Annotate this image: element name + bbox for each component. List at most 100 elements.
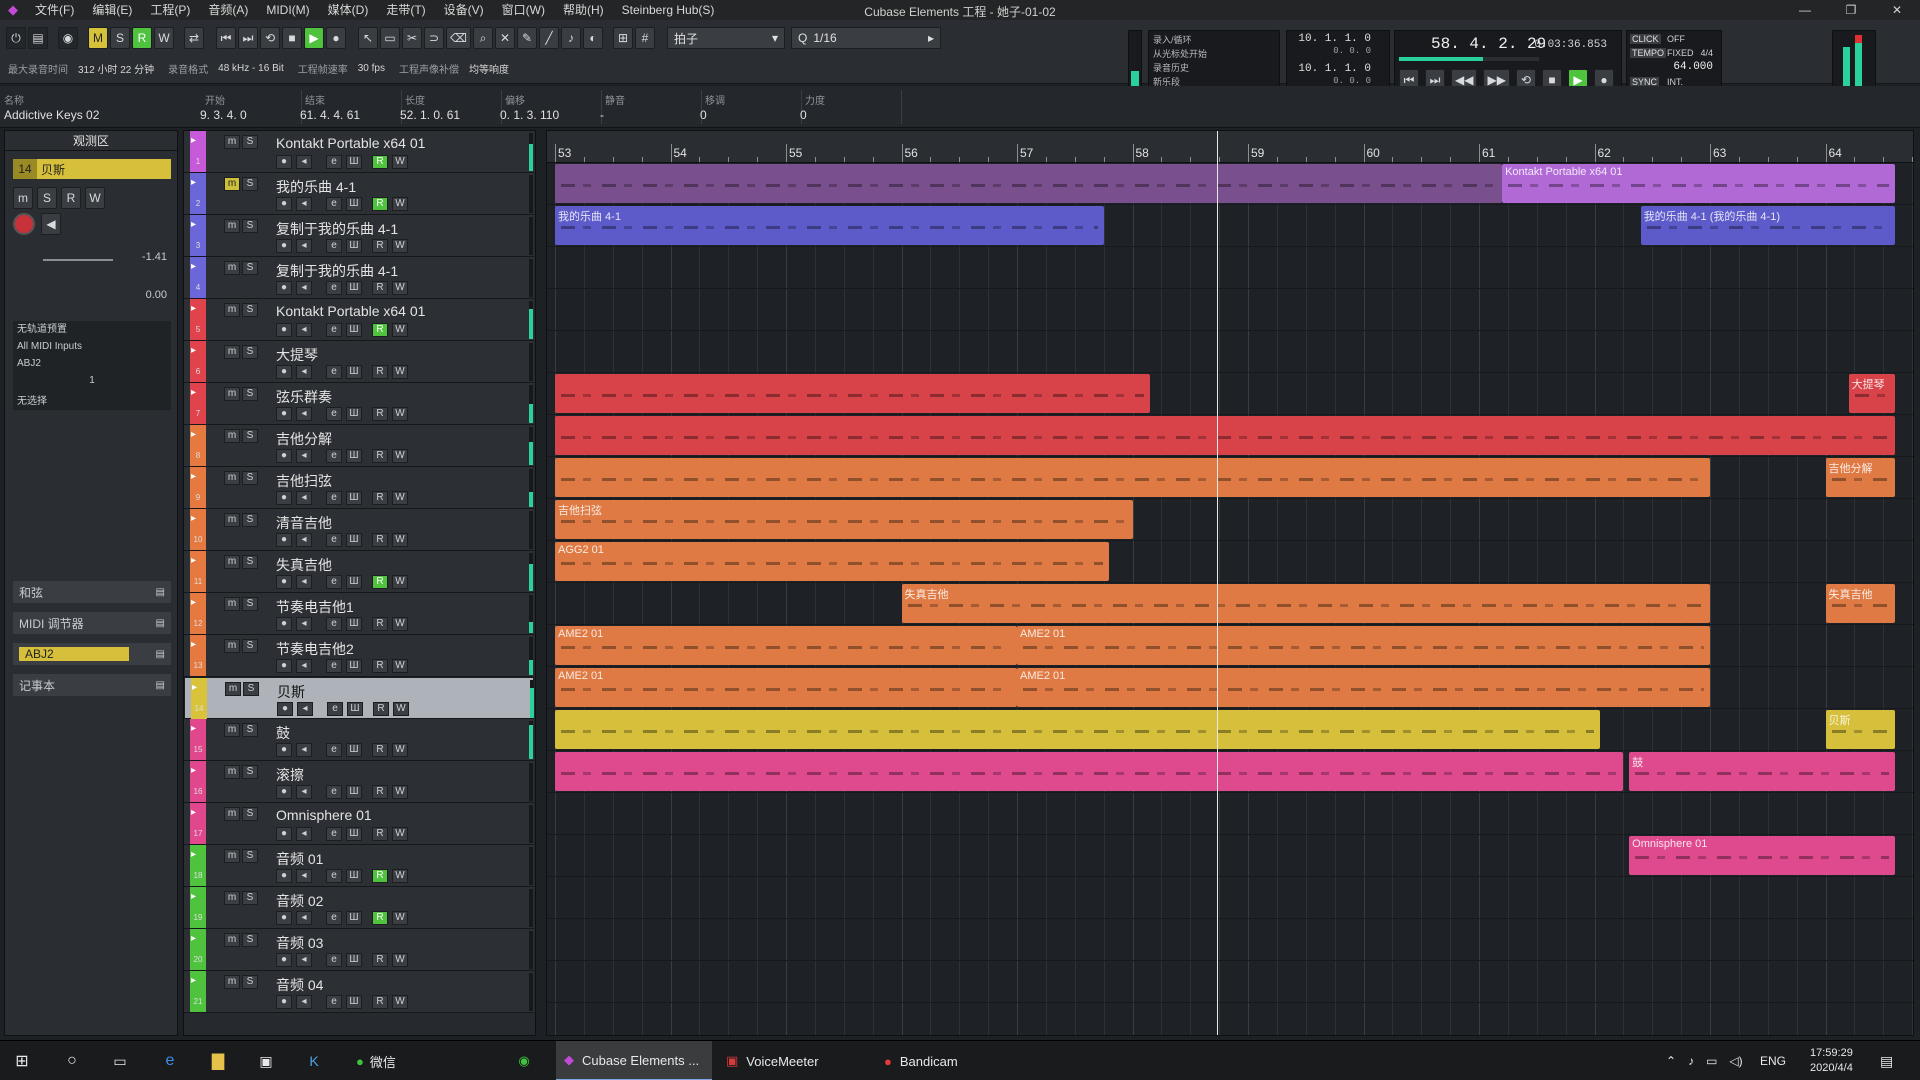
go-to-start-icon[interactable]: ⏮ bbox=[216, 27, 236, 49]
taskbar-cubase[interactable]: ◆ Cubase Elements ... bbox=[556, 1041, 712, 1080]
info-value-4[interactable]: 0. 1. 3. 110 bbox=[500, 108, 559, 122]
track-write-button[interactable]: W bbox=[392, 197, 408, 211]
track-instrument-button[interactable]: Ш bbox=[346, 953, 362, 967]
pan-control[interactable]: 0.00 bbox=[13, 279, 171, 303]
track-lane[interactable] bbox=[547, 289, 1913, 331]
minimize-button[interactable]: — bbox=[1782, 0, 1828, 20]
track-preset[interactable]: 无轨道预置 bbox=[17, 321, 167, 338]
left-locator[interactable]: 10. 1. 1. 0 bbox=[1298, 33, 1371, 45]
track-mute-button[interactable]: m bbox=[224, 135, 240, 149]
track-instrument-button[interactable]: Ш bbox=[346, 281, 362, 295]
track-write-button[interactable]: W bbox=[393, 702, 409, 716]
track-name[interactable]: 节奏电吉他1 bbox=[276, 597, 354, 617]
track-record-button[interactable]: ● bbox=[277, 702, 293, 716]
track-monitor-button[interactable]: ◂ bbox=[296, 659, 312, 673]
track-solo-button[interactable]: S bbox=[242, 891, 258, 905]
info-value-6[interactable]: 0 bbox=[700, 108, 707, 122]
track-name[interactable]: 弦乐群奏 bbox=[276, 387, 332, 407]
track-monitor-button[interactable]: ◂ bbox=[296, 953, 312, 967]
track-instrument-button[interactable]: Ш bbox=[346, 449, 362, 463]
track-name[interactable]: Kontakt Portable x64 01 bbox=[276, 135, 425, 151]
track-lane[interactable] bbox=[547, 877, 1913, 919]
status-value-1[interactable]: 48 kHz - 16 Bit bbox=[218, 63, 284, 74]
menu-item-9[interactable]: 帮助(H) bbox=[554, 0, 613, 20]
track-instrument-button[interactable]: Ш bbox=[346, 911, 362, 925]
menu-item-10[interactable]: Steinberg Hub(S) bbox=[613, 0, 724, 20]
track-mute-button[interactable]: m bbox=[224, 975, 240, 989]
track-edit-button[interactable]: e bbox=[326, 659, 342, 673]
track-write-button[interactable]: W bbox=[392, 743, 408, 757]
edge-icon[interactable]: e bbox=[158, 1041, 182, 1080]
track-instrument-button[interactable]: Ш bbox=[346, 323, 362, 337]
track-instrument-button[interactable]: Ш bbox=[346, 743, 362, 757]
track-write-button[interactable]: W bbox=[392, 239, 408, 253]
file-explorer-icon[interactable]: ▇ bbox=[206, 1041, 230, 1080]
record-enable-button[interactable] bbox=[13, 213, 35, 235]
track-edit-button[interactable]: e bbox=[326, 491, 342, 505]
menu-item-5[interactable]: 媒体(D) bbox=[319, 0, 378, 20]
track-name[interactable]: 吉他分解 bbox=[276, 429, 332, 449]
track-mute-button[interactable]: m bbox=[224, 429, 240, 443]
event-part[interactable]: AME2 01 bbox=[1017, 626, 1710, 665]
maximize-button[interactable]: ❐ bbox=[1828, 0, 1874, 20]
taskbar-bandicam[interactable]: ● Bandicam bbox=[876, 1041, 1026, 1080]
track-instrument-button[interactable]: Ш bbox=[346, 995, 362, 1009]
track-edit-button[interactable]: e bbox=[326, 869, 342, 883]
track-read-button[interactable]: R bbox=[372, 785, 388, 799]
event-part[interactable]: Kontakt Portable x64 01 bbox=[1502, 164, 1895, 203]
menu-item-4[interactable]: MIDI(M) bbox=[257, 0, 318, 20]
range-tool-icon[interactable]: ▭ bbox=[380, 27, 400, 49]
stop-icon[interactable]: ■ bbox=[282, 27, 302, 49]
inspector-section-0[interactable]: 和弦 ▤ bbox=[13, 581, 171, 603]
event-part[interactable]: AME2 01 bbox=[555, 626, 1017, 665]
midi-channel[interactable]: 1 bbox=[17, 372, 167, 389]
status-value-3[interactable]: 均等响度 bbox=[469, 61, 509, 76]
track-monitor-button[interactable]: ◂ bbox=[296, 407, 312, 421]
track-row[interactable]: 17 ▸ m S Omnisphere 01 ● ◂ e Ш R W bbox=[184, 803, 534, 845]
track-write-button[interactable]: W bbox=[392, 575, 408, 589]
track-instrument-button[interactable]: Ш bbox=[346, 239, 362, 253]
track-edit-button[interactable]: e bbox=[326, 407, 342, 421]
event-part[interactable]: 我的乐曲 4-1 (我的乐曲 4-1) bbox=[1640, 206, 1895, 245]
constrain-delay-button[interactable]: ◉ bbox=[58, 27, 78, 49]
track-row[interactable]: 13 ▸ m S 节奏电吉他2 ● ◂ e Ш R W bbox=[184, 635, 534, 677]
language-indicator[interactable]: ENG bbox=[1760, 1041, 1786, 1080]
info-value-2[interactable]: 61. 4. 4. 61 bbox=[300, 108, 360, 122]
transport-option-1[interactable]: 从光标处开始 bbox=[1153, 47, 1275, 61]
event-part[interactable]: 我的乐曲 4-1 bbox=[555, 206, 1104, 245]
track-monitor-button[interactable]: ◂ bbox=[296, 533, 312, 547]
track-solo-button[interactable]: S bbox=[242, 597, 258, 611]
tray-icons[interactable]: ⌃ ♪ ▭ ◁) bbox=[1666, 1041, 1743, 1080]
event-part[interactable]: AME2 01 bbox=[1017, 668, 1710, 707]
event-part[interactable] bbox=[555, 164, 1503, 203]
track-solo-button[interactable]: S bbox=[242, 765, 258, 779]
track-edit-button[interactable]: e bbox=[326, 365, 342, 379]
track-row[interactable]: 6 ▸ m S 大提琴 ● ◂ e Ш R W bbox=[184, 341, 534, 383]
track-read-button[interactable]: R bbox=[372, 617, 388, 631]
track-record-button[interactable]: ● bbox=[276, 281, 292, 295]
track-instrument-button[interactable]: Ш bbox=[346, 533, 362, 547]
track-record-button[interactable]: ● bbox=[276, 239, 292, 253]
track-mute-button[interactable]: m bbox=[224, 933, 240, 947]
kugou-icon[interactable]: K bbox=[302, 1041, 326, 1080]
track-edit-button[interactable]: e bbox=[326, 575, 342, 589]
menu-item-0[interactable]: 文件(F) bbox=[26, 0, 83, 20]
track-solo-button[interactable]: S bbox=[242, 807, 258, 821]
event-part[interactable] bbox=[555, 416, 1895, 455]
track-mute-button[interactable]: m bbox=[224, 219, 240, 233]
grid-icon[interactable]: # bbox=[634, 27, 655, 49]
info-value-0[interactable]: Addictive Keys 02 bbox=[4, 108, 99, 122]
auto-scroll-icon[interactable]: ⇄ bbox=[184, 27, 204, 49]
track-row[interactable]: 12 ▸ m S 节奏电吉他1 ● ◂ e Ш R W bbox=[184, 593, 534, 635]
track-read-button[interactable]: R bbox=[372, 407, 388, 421]
track-solo-button[interactable]: S bbox=[242, 345, 258, 359]
track-edit-button[interactable]: e bbox=[326, 743, 342, 757]
track-record-button[interactable]: ● bbox=[276, 785, 292, 799]
track-solo-button[interactable]: S bbox=[242, 429, 258, 443]
event-part[interactable] bbox=[555, 752, 1624, 791]
mute-all-button[interactable]: M bbox=[88, 27, 108, 49]
track-write-button[interactable]: W bbox=[392, 869, 408, 883]
track-read-button[interactable]: R bbox=[372, 575, 388, 589]
track-write-button[interactable]: W bbox=[392, 911, 408, 925]
track-write-button[interactable]: W bbox=[392, 365, 408, 379]
